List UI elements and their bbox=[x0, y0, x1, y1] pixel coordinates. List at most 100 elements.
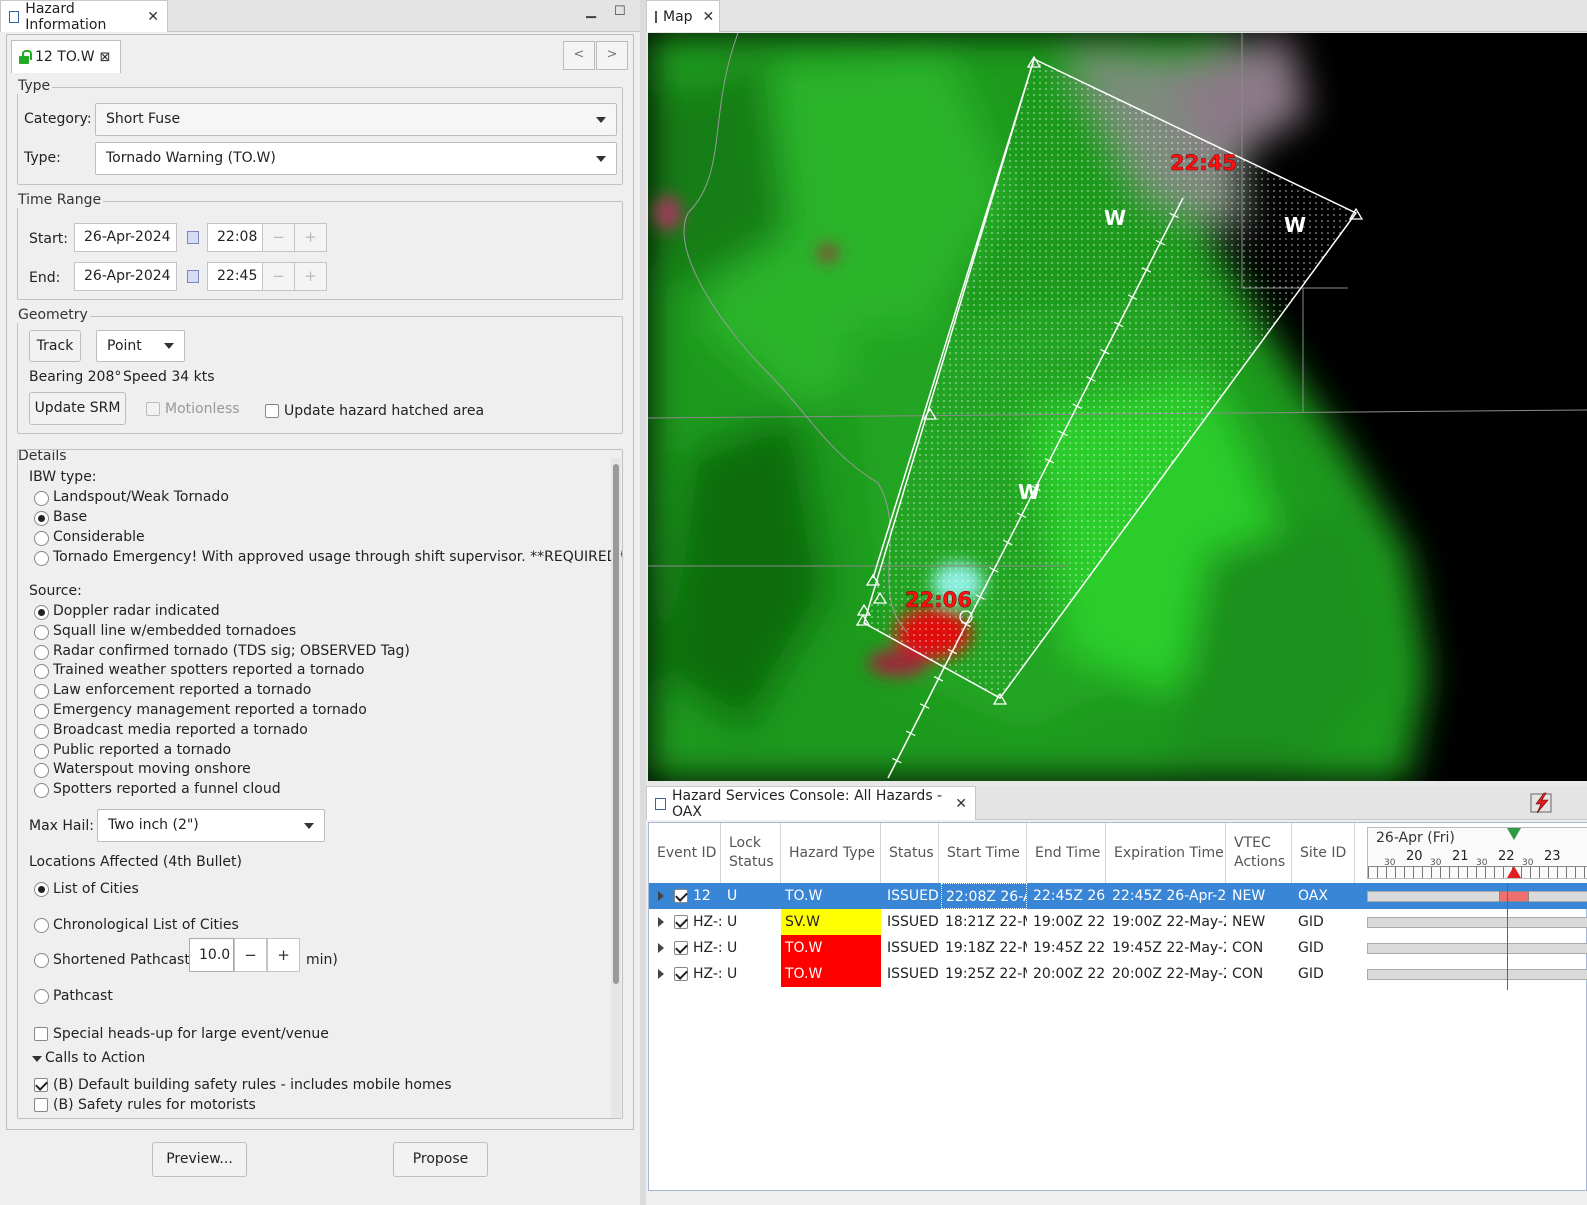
source-option-radio[interactable] bbox=[34, 723, 49, 739]
timeline-bar[interactable] bbox=[1367, 917, 1587, 928]
end-time-cell: 19:45Z 22-I bbox=[1033, 940, 1106, 956]
special-headsup-checkbox[interactable] bbox=[34, 1027, 48, 1041]
timeline-ruler[interactable]: 26-Apr (Fri) 20 30 21 30 22 30 23 30 bbox=[1367, 827, 1587, 879]
update-srm-button[interactable]: Update SRM bbox=[29, 392, 126, 425]
row-visible-checkbox[interactable] bbox=[674, 889, 688, 903]
start-date-field[interactable]: 26-Apr-2024 bbox=[74, 223, 177, 252]
ibw-option-radio[interactable] bbox=[34, 511, 49, 526]
loc-pathcast-radio[interactable] bbox=[34, 989, 49, 1004]
close-icon[interactable]: ✕ bbox=[703, 9, 715, 25]
start-time-increment-button[interactable]: + bbox=[294, 223, 327, 252]
radar-map[interactable]: W W W 22:45 22:06 bbox=[648, 33, 1587, 781]
start-time-field[interactable]: 22:08 bbox=[207, 223, 263, 252]
source-option-radio[interactable] bbox=[34, 704, 49, 719]
source-option-radio[interactable] bbox=[34, 605, 49, 620]
hazard-services-logo-icon[interactable] bbox=[1530, 792, 1554, 814]
close-icon[interactable]: ⊠ bbox=[100, 50, 111, 65]
expand-row-icon[interactable] bbox=[658, 969, 664, 979]
next-event-button[interactable]: > bbox=[596, 41, 628, 70]
timeline-bar[interactable] bbox=[1367, 943, 1587, 954]
maximize-icon[interactable]: ☐ bbox=[614, 4, 626, 19]
row-visible-checkbox[interactable] bbox=[674, 915, 688, 929]
end-time-increment-button[interactable]: + bbox=[294, 262, 327, 291]
motionless-checkbox[interactable] bbox=[146, 402, 160, 416]
close-icon[interactable]: ✕ bbox=[955, 796, 967, 812]
source-option-radio[interactable] bbox=[34, 644, 49, 660]
col-header-hazard-type[interactable]: Hazard Type bbox=[781, 823, 881, 883]
timeline-bar[interactable] bbox=[1367, 969, 1587, 980]
expand-row-icon[interactable] bbox=[658, 943, 664, 953]
calls-to-action-label[interactable]: Calls to Action bbox=[45, 1050, 145, 1066]
propose-button[interactable]: Propose bbox=[393, 1142, 488, 1177]
pathcast-minutes-field[interactable]: 10.0 bbox=[189, 938, 234, 972]
loc-short-radio[interactable] bbox=[34, 953, 49, 968]
radar-map-canvas[interactable]: W W W 22:45 22:06 bbox=[648, 33, 1587, 781]
loc-list-radio[interactable] bbox=[34, 882, 49, 897]
category-dropdown[interactable]: Short Fuse bbox=[95, 103, 617, 136]
geometry-mode-dropdown[interactable]: Point bbox=[96, 330, 185, 362]
expand-down-icon[interactable] bbox=[32, 1056, 42, 1062]
type-dropdown[interactable]: Tornado Warning (TO.W) bbox=[95, 142, 617, 175]
source-option-radio[interactable] bbox=[34, 664, 49, 680]
end-label: End: bbox=[29, 270, 61, 286]
col-header-expiration-time[interactable]: Expiration Time bbox=[1106, 823, 1226, 883]
event-tab[interactable]: 12 TO.W ⊠ bbox=[11, 40, 121, 73]
pathcast-decrement-button[interactable]: − bbox=[234, 938, 267, 972]
end-time-field[interactable]: 22:45 bbox=[207, 262, 263, 291]
source-option-radio[interactable] bbox=[34, 684, 49, 700]
timeline-header[interactable]: 26-Apr (Fri) 20 30 21 30 22 30 23 30 bbox=[1355, 823, 1587, 883]
table-row[interactable]: HZ-: U SV.W ISSUED 18:21Z 22-M 19:00Z 22-I 19:… bbox=[649, 909, 1587, 935]
preview-button[interactable]: Preview... bbox=[152, 1142, 247, 1177]
ibw-option-label: Base bbox=[53, 509, 88, 525]
hazard-information-tab[interactable]: Hazard Information ✕ bbox=[0, 0, 168, 33]
pathcast-increment-button[interactable]: + bbox=[267, 938, 300, 972]
track-button[interactable]: Track bbox=[29, 330, 81, 362]
ibw-option-radio[interactable] bbox=[34, 551, 49, 566]
source-option-radio[interactable] bbox=[34, 624, 49, 640]
start-time-decrement-button[interactable]: − bbox=[262, 223, 295, 252]
expand-row-icon[interactable] bbox=[658, 917, 664, 927]
selected-time-marker-icon[interactable] bbox=[1507, 866, 1521, 878]
console-tab[interactable]: Hazard Services Console: All Hazards - O… bbox=[646, 786, 976, 820]
ibw-option-radio[interactable] bbox=[34, 531, 49, 546]
col-header-vtec-actions[interactable]: VTEC Actions bbox=[1226, 823, 1292, 883]
table-row[interactable]: 12 U TO.W ISSUED22:08Z 26-Ap 22:45Z 26-/ 22:4… bbox=[649, 883, 1587, 909]
row-visible-checkbox[interactable] bbox=[674, 967, 688, 981]
map-tab[interactable]: Map ✕ bbox=[646, 0, 720, 32]
calendar-icon[interactable] bbox=[187, 231, 199, 244]
lock-status-cell: U bbox=[727, 966, 738, 982]
col-header-status[interactable]: Status bbox=[881, 823, 939, 883]
category-value: Short Fuse bbox=[106, 111, 181, 127]
table-row[interactable]: HZ-: U TO.W ISSUED 19:25Z 22-M 20:00Z 22-I 20:… bbox=[649, 961, 1587, 987]
details-scrollbar[interactable] bbox=[611, 458, 621, 1118]
ibw-option-radio[interactable] bbox=[34, 491, 49, 506]
current-time-marker-icon[interactable] bbox=[1507, 828, 1521, 840]
cta-motorists-checkbox[interactable] bbox=[34, 1098, 48, 1112]
loc-chrono-radio[interactable] bbox=[34, 918, 49, 933]
col-header-lock-status[interactable]: Lock Status bbox=[721, 823, 781, 883]
col-header-site-id[interactable]: Site ID bbox=[1292, 823, 1355, 883]
expand-row-icon[interactable] bbox=[658, 891, 664, 901]
source-option-radio[interactable] bbox=[34, 763, 49, 779]
col-header-start-time[interactable]: Start Time bbox=[939, 823, 1027, 883]
calendar-icon[interactable] bbox=[187, 270, 199, 283]
minimize-icon[interactable]: ▁ bbox=[586, 4, 596, 19]
source-option-radio[interactable] bbox=[34, 743, 49, 759]
close-icon[interactable]: ✕ bbox=[147, 9, 159, 25]
col-header-event-id[interactable]: Event ID bbox=[649, 823, 721, 883]
end-time-decrement-button[interactable]: − bbox=[262, 262, 295, 291]
col-header-end-time[interactable]: End Time bbox=[1027, 823, 1106, 883]
table-row[interactable]: HZ-: U TO.W ISSUED 19:18Z 22-M 19:45Z 22-I 19:… bbox=[649, 935, 1587, 961]
row-visible-checkbox[interactable] bbox=[674, 941, 688, 955]
source-option-radio[interactable] bbox=[34, 783, 49, 799]
hazards-table: Event ID Lock Status Hazard Type Status … bbox=[648, 822, 1587, 1191]
end-date-field[interactable]: 26-Apr-2024 bbox=[74, 262, 177, 291]
update-hatched-checkbox[interactable] bbox=[265, 404, 279, 418]
max-hail-dropdown[interactable]: Two inch (2") bbox=[97, 809, 325, 842]
timeline-bar[interactable] bbox=[1367, 891, 1587, 902]
cta-default-checkbox[interactable] bbox=[34, 1078, 48, 1092]
timeline-event-span[interactable] bbox=[1499, 891, 1529, 902]
scrollbar-thumb[interactable] bbox=[613, 464, 619, 984]
timeline-now-line bbox=[1507, 883, 1508, 990]
prev-event-button[interactable]: < bbox=[563, 41, 595, 70]
